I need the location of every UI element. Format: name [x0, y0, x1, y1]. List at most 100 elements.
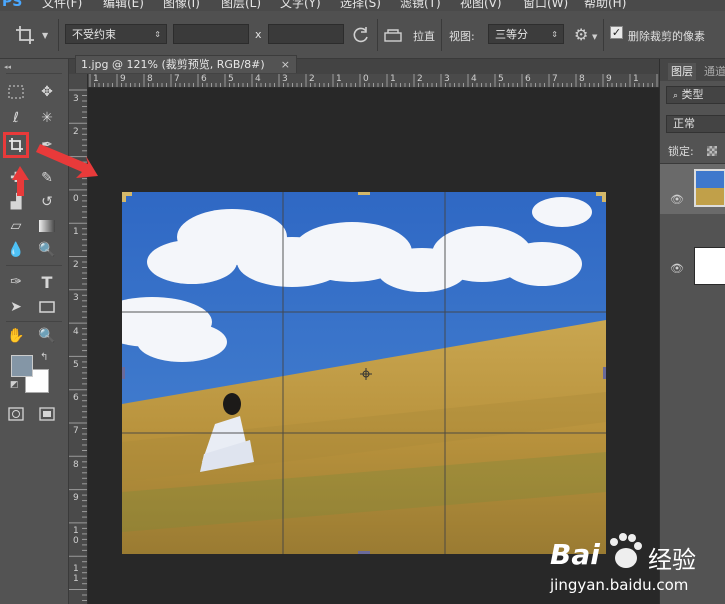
menu-filter[interactable]: 滤镜(T) — [400, 0, 441, 11]
blend-mode-value: 正常 — [673, 117, 695, 130]
hruler-label: 5 — [498, 74, 504, 84]
healing-brush-tool-icon[interactable]: ✚ — [5, 167, 27, 189]
watermark-brand-cn: 经验 — [648, 546, 696, 574]
straighten-icon[interactable] — [383, 26, 403, 47]
menu-help[interactable]: 帮助(H) — [584, 0, 626, 11]
rectangle-tool-icon[interactable] — [36, 296, 58, 318]
straighten-label[interactable]: 拉直 — [413, 28, 435, 44]
ratio-arrows-icon: ⇕ — [154, 30, 161, 39]
search-icon: ⌕ — [673, 91, 679, 101]
type-tool-icon[interactable]: T — [36, 271, 58, 293]
ratio-value: 不受约束 — [72, 28, 116, 41]
vruler-label: 6 — [73, 393, 79, 403]
menu-window[interactable]: 窗口(W) — [523, 0, 568, 11]
menu-file[interactable]: 文件(F) — [42, 0, 82, 11]
zoom-tool-icon[interactable]: 🔍 — [36, 325, 58, 347]
hruler-label: 8 — [147, 74, 153, 84]
crop-tool-icon[interactable] — [3, 132, 29, 158]
dodge-tool-icon[interactable]: 🔍 — [36, 239, 58, 261]
blend-mode-select[interactable]: 正常 — [666, 115, 725, 133]
collapse-icon[interactable]: ◂◂ — [4, 63, 11, 71]
horizontal-ruler: 1 9 8 7 6 5 4 3 2 1 0 1 2 3 4 5 6 7 8 9 … — [87, 74, 659, 88]
lasso-tool-icon[interactable]: ℓ — [5, 107, 27, 129]
menu-edit[interactable]: 编辑(E) — [103, 0, 144, 11]
hruler-label: 1 — [93, 74, 99, 84]
menu-layer[interactable]: 图层(L) — [221, 0, 261, 11]
layer-thumbnail[interactable] — [694, 169, 725, 207]
tab-layers[interactable]: 图层 — [668, 63, 696, 80]
hruler-label: 9 — [120, 74, 126, 84]
vruler-label: 1 — [73, 161, 79, 171]
width-input[interactable] — [173, 24, 249, 44]
vruler-label: 3 — [73, 94, 79, 104]
tab-channels[interactable]: 通道 — [704, 63, 725, 80]
menu-select[interactable]: 选择(S) — [340, 0, 381, 11]
delete-cropped-checkbox[interactable]: ✓ — [610, 26, 623, 39]
tools-panel: ◂◂ ✥ ℓ ✳ ✒ ✚ ✎ ▟ ↺ ▱ 💧 🔍 ✑ T ➤ ✋ 🔍 ↰ ◩ — [0, 59, 69, 604]
document-tab[interactable]: 1.jpg @ 121% (裁剪预览, RGB/8#) × — [75, 55, 297, 73]
crop-tool-preset-icon[interactable] — [14, 24, 36, 49]
swap-colors-icon[interactable]: ↰ — [40, 352, 48, 363]
menu-type[interactable]: 文字(Y) — [280, 0, 321, 11]
view-overlay-select[interactable]: 三等分 ⇕ — [488, 24, 564, 44]
baidu-jingyan-watermark: Bai 经验 jingyan.baidu.com — [530, 520, 725, 604]
quick-mask-icon[interactable] — [5, 403, 27, 425]
marquee-tool-icon[interactable] — [5, 81, 27, 103]
clone-stamp-tool-icon[interactable]: ▟ — [5, 191, 27, 213]
swap-x-label: x — [255, 28, 262, 41]
settings-dropdown-arrow-icon[interactable]: ▼ — [592, 33, 597, 41]
eye-icon[interactable]: 👁 — [670, 193, 684, 206]
watermark-brand: Bai — [550, 538, 600, 571]
layer-thumbnail[interactable] — [694, 247, 725, 285]
default-colors-icon[interactable]: ◩ — [10, 380, 19, 390]
clear-rotate-icon[interactable] — [351, 25, 371, 48]
options-bar: ▼ 不受约束 ⇕ x 拉直 视图: 三等分 ⇕ ⚙ ▼ ✓ 删除裁剪的像素 — [0, 11, 725, 59]
hruler-label: 7 — [552, 74, 558, 84]
crop-preview-image[interactable] — [122, 192, 606, 554]
delete-cropped-label: 删除裁剪的像素 — [628, 30, 705, 43]
layer-filter-select[interactable]: ⌕ 类型 — [666, 86, 725, 104]
vruler-label: 0 — [73, 194, 79, 204]
hruler-label: 4 — [255, 74, 261, 84]
pen-tool-icon[interactable]: ✑ — [5, 271, 27, 293]
move-tool-icon[interactable]: ✥ — [36, 81, 58, 103]
lock-label: 锁定: — [668, 145, 694, 158]
screen-mode-icon[interactable] — [36, 403, 58, 425]
gear-icon[interactable]: ⚙ — [574, 25, 588, 44]
magic-wand-tool-icon[interactable]: ✳ — [36, 107, 58, 129]
view-label: 视图: — [449, 30, 475, 43]
hruler-label: 9 — [606, 74, 612, 84]
menu-view[interactable]: 视图(V) — [460, 0, 502, 11]
eyedropper-tool-icon[interactable]: ✒ — [36, 134, 58, 156]
history-brush-tool-icon[interactable]: ↺ — [36, 191, 58, 213]
lock-transparency-icon[interactable] — [707, 146, 717, 156]
ratio-select[interactable]: 不受约束 ⇕ — [65, 24, 167, 44]
vertical-ruler: 3 2 1 0 1 2 3 4 5 6 7 8 9 1 0 1 1 — [69, 74, 88, 604]
brush-tool-icon[interactable]: ✎ — [36, 167, 58, 189]
hand-tool-icon[interactable]: ✋ — [5, 325, 27, 347]
app-logo: PS — [2, 0, 23, 10]
vruler-label: 9 — [73, 493, 79, 503]
hruler-label: 3 — [444, 74, 450, 84]
close-tab-icon[interactable]: × — [281, 56, 290, 74]
hruler-label: 8 — [579, 74, 585, 84]
hruler-label: 1 — [336, 74, 342, 84]
eraser-tool-icon[interactable]: ▱ — [5, 215, 27, 237]
gradient-tool-icon[interactable] — [36, 215, 58, 237]
preset-dropdown-arrow-icon[interactable]: ▼ — [42, 31, 48, 40]
vruler-label: 3 — [73, 293, 79, 303]
hruler-label: 1 — [390, 74, 396, 84]
view-value: 三等分 — [495, 28, 528, 41]
blur-tool-icon[interactable]: 💧 — [5, 239, 27, 261]
path-selection-tool-icon[interactable]: ➤ — [5, 296, 27, 318]
vruler-label: 5 — [73, 360, 79, 370]
view-arrows-icon: ⇕ — [551, 30, 558, 39]
height-input[interactable] — [268, 24, 344, 44]
eye-icon[interactable]: 👁 — [670, 262, 684, 275]
vruler-label: 1 0 — [73, 526, 79, 546]
hruler-label: 1 — [633, 74, 639, 84]
hruler-label: 4 — [471, 74, 477, 84]
hruler-label: 6 — [201, 74, 207, 84]
menu-image[interactable]: 图像(I) — [163, 0, 200, 11]
foreground-color-swatch[interactable] — [11, 355, 33, 377]
